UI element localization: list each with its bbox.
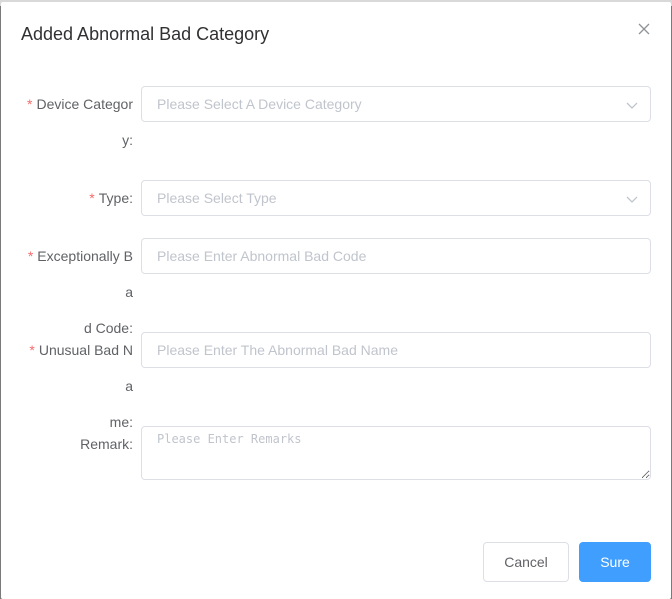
required-mark: * xyxy=(29,342,35,358)
bad-name-input[interactable]: Please Enter The Abnormal Bad Name xyxy=(141,332,651,368)
bad-name-label-line1: Unusual Bad Na xyxy=(38,342,133,394)
device-category-label-line2: y: xyxy=(122,132,133,148)
bad-code-label: * Exceptionally Ba d Code: xyxy=(23,238,133,346)
remark-label: Remark: xyxy=(23,426,133,462)
type-label: * Type: xyxy=(23,180,133,216)
device-category-label: * Device Categor y: xyxy=(23,86,133,158)
sure-button[interactable]: Sure xyxy=(579,542,651,582)
add-abnormal-bad-category-dialog: Added Abnormal Bad Category * Device Cate… xyxy=(1,2,671,599)
bad-name-label: * Unusual Bad Na me: xyxy=(23,332,133,440)
close-icon xyxy=(635,20,653,38)
bad-code-input[interactable]: Please Enter Abnormal Bad Code xyxy=(141,238,651,274)
close-button[interactable] xyxy=(635,20,653,38)
chevron-down-icon xyxy=(626,192,638,204)
required-mark: * xyxy=(89,190,95,206)
chevron-down-icon xyxy=(626,98,638,110)
type-select[interactable]: Please Select Type xyxy=(141,180,651,216)
bad-code-label-line1: Exceptionally Ba xyxy=(37,248,133,300)
dialog-title: Added Abnormal Bad Category xyxy=(21,24,270,44)
cancel-button[interactable]: Cancel xyxy=(483,542,569,582)
required-mark: * xyxy=(27,248,34,264)
device-category-select[interactable]: Please Select A Device Category xyxy=(141,86,651,122)
remark-label-text: Remark: xyxy=(80,436,133,452)
type-placeholder: Please Select Type xyxy=(157,190,277,206)
bad-name-placeholder: Please Enter The Abnormal Bad Name xyxy=(157,342,398,358)
remark-textarea[interactable] xyxy=(141,426,651,480)
device-category-label-line1: Device Categor xyxy=(36,96,134,112)
device-category-placeholder: Please Select A Device Category xyxy=(157,96,362,112)
type-label-text: Type: xyxy=(98,190,133,206)
bad-code-placeholder: Please Enter Abnormal Bad Code xyxy=(157,248,367,264)
required-mark: * xyxy=(27,96,33,112)
